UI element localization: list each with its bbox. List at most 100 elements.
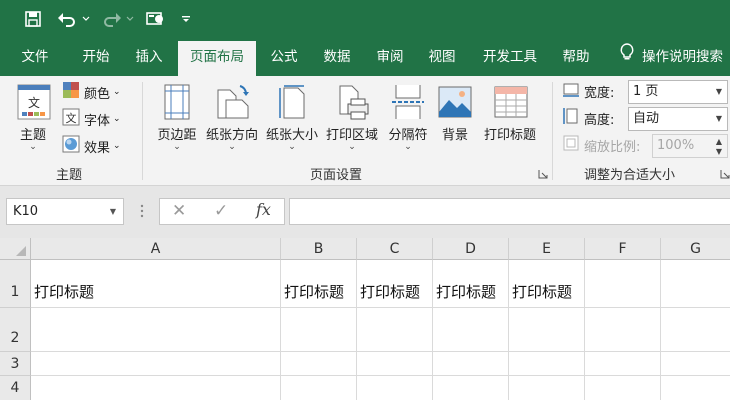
- cell-g1[interactable]: [661, 260, 730, 308]
- row-header-3[interactable]: 3: [0, 352, 31, 376]
- colors-icon: [62, 81, 80, 103]
- name-box[interactable]: K10 ▼: [6, 198, 124, 225]
- tab-view[interactable]: 视图: [418, 38, 466, 76]
- formula-controls: ✕ ✓ fx: [159, 198, 285, 225]
- colors-button[interactable]: 颜色 ⌄: [62, 80, 121, 104]
- tab-insert[interactable]: 插入: [124, 38, 174, 76]
- cell-d3[interactable]: [433, 352, 509, 376]
- cell-g3[interactable]: [661, 352, 730, 376]
- column-header-g[interactable]: G: [661, 238, 730, 260]
- print-titles-button[interactable]: 打印标题: [478, 82, 542, 158]
- chevron-down-icon: ⌄: [228, 142, 236, 152]
- row-header-2[interactable]: 2: [0, 308, 31, 352]
- lightbulb-icon: [620, 38, 634, 76]
- column-header-c[interactable]: C: [357, 238, 433, 260]
- cell-b3[interactable]: [281, 352, 357, 376]
- orientation-label: 纸张方向: [205, 128, 258, 143]
- cell-a1[interactable]: 打印标题: [31, 260, 281, 308]
- tab-help[interactable]: 帮助: [552, 38, 600, 76]
- svg-text:文: 文: [28, 95, 40, 110]
- column-header-b[interactable]: B: [281, 238, 357, 260]
- height-select[interactable]: 自动 ▼: [628, 107, 728, 131]
- themes-button[interactable]: 文 主题 ⌄: [10, 82, 56, 158]
- tell-me-search[interactable]: 操作说明搜索: [620, 38, 730, 76]
- cell-a4[interactable]: [31, 376, 281, 400]
- cell-c4[interactable]: [357, 376, 433, 400]
- chevron-down-icon: ⌄: [348, 142, 356, 152]
- cell-d1[interactable]: 打印标题: [433, 260, 509, 308]
- redo-icon[interactable]: [100, 8, 124, 30]
- save-icon[interactable]: [22, 8, 44, 30]
- width-setting: 宽度:: [562, 79, 614, 103]
- tell-me-label: 操作说明搜索: [642, 49, 723, 65]
- dropdown-arrow-icon: ▼: [109, 207, 116, 216]
- cell-f4[interactable]: [585, 376, 661, 400]
- cell-e2[interactable]: [509, 308, 585, 352]
- undo-dropdown-icon[interactable]: [80, 8, 92, 30]
- cell-g4[interactable]: [661, 376, 730, 400]
- cell-d4[interactable]: [433, 376, 509, 400]
- column-header-d[interactable]: D: [433, 238, 509, 260]
- margins-button[interactable]: 页边距 ⌄: [152, 82, 202, 158]
- page-setup-dialog-launcher-icon[interactable]: [538, 168, 548, 179]
- cell-b2[interactable]: [281, 308, 357, 352]
- cell-c1[interactable]: 打印标题: [357, 260, 433, 308]
- group-separator: [552, 82, 553, 180]
- cell-f2[interactable]: [585, 308, 661, 352]
- size-button[interactable]: 纸张大小 ⌄: [262, 82, 322, 158]
- background-button[interactable]: 背景: [434, 82, 476, 158]
- tab-file[interactable]: 文件: [8, 38, 62, 76]
- customize-icon[interactable]: [178, 8, 194, 30]
- scale-icon: [562, 134, 580, 156]
- cell-d2[interactable]: [433, 308, 509, 352]
- dropdown-arrow-icon: ▼: [715, 87, 722, 96]
- tab-home[interactable]: 开始: [70, 38, 122, 76]
- breaks-button[interactable]: 分隔符 ⌄: [382, 82, 434, 158]
- cell-b1[interactable]: 打印标题: [281, 260, 357, 308]
- enter-icon[interactable]: ✓: [214, 201, 228, 221]
- tab-data[interactable]: 数据: [313, 38, 361, 76]
- row-header-1[interactable]: 1: [0, 260, 31, 308]
- cell-e4[interactable]: [509, 376, 585, 400]
- print-area-button[interactable]: 打印区域 ⌄: [322, 82, 382, 158]
- cell-e3[interactable]: [509, 352, 585, 376]
- redo-dropdown-icon[interactable]: [124, 8, 136, 30]
- select-all-button[interactable]: [0, 238, 31, 260]
- effects-button[interactable]: 效果 ⌄: [62, 134, 121, 158]
- worksheet-grid: A B C D E F G 1 2 3 4 打印标题 打印标题 打印标题 打印标…: [0, 238, 730, 400]
- cell-c2[interactable]: [357, 308, 433, 352]
- column-header-f[interactable]: F: [585, 238, 661, 260]
- cancel-icon[interactable]: ✕: [172, 201, 186, 221]
- tab-review[interactable]: 审阅: [366, 38, 414, 76]
- resize-handle-icon[interactable]: [140, 203, 144, 219]
- svg-text:文: 文: [66, 111, 77, 125]
- margins-icon: [163, 84, 191, 124]
- background-label: 背景: [441, 128, 468, 143]
- row-header-4[interactable]: 4: [0, 376, 31, 400]
- scale-dialog-launcher-icon[interactable]: [720, 168, 730, 179]
- width-select[interactable]: 1 页 ▼: [628, 80, 728, 104]
- chevron-down-icon: ⌄: [173, 142, 181, 152]
- cell-b4[interactable]: [281, 376, 357, 400]
- cell-c3[interactable]: [357, 352, 433, 376]
- cell-g2[interactable]: [661, 308, 730, 352]
- cell-f1[interactable]: [585, 260, 661, 308]
- cell-f3[interactable]: [585, 352, 661, 376]
- cell-a3[interactable]: [31, 352, 281, 376]
- tab-formulas[interactable]: 公式: [260, 38, 308, 76]
- chevron-down-icon: ⌄: [113, 87, 121, 97]
- tab-developer[interactable]: 开发工具: [472, 38, 548, 76]
- insert-function-icon[interactable]: fx: [256, 200, 271, 219]
- tab-page-layout[interactable]: 页面布局: [178, 41, 256, 76]
- cell-e1[interactable]: 打印标题: [509, 260, 585, 308]
- fonts-button[interactable]: 文 字体 ⌄: [62, 107, 121, 131]
- column-header-a[interactable]: A: [31, 238, 281, 260]
- touch-mode-icon[interactable]: [144, 8, 168, 30]
- column-header-e[interactable]: E: [509, 238, 585, 260]
- orientation-button[interactable]: 纸张方向 ⌄: [202, 82, 262, 158]
- group-separator: [142, 82, 143, 180]
- undo-icon[interactable]: [54, 8, 80, 30]
- cell-a2[interactable]: [31, 308, 281, 352]
- scale-spinner[interactable]: 100% ▲ ▼: [652, 134, 728, 158]
- formula-input[interactable]: [289, 198, 730, 225]
